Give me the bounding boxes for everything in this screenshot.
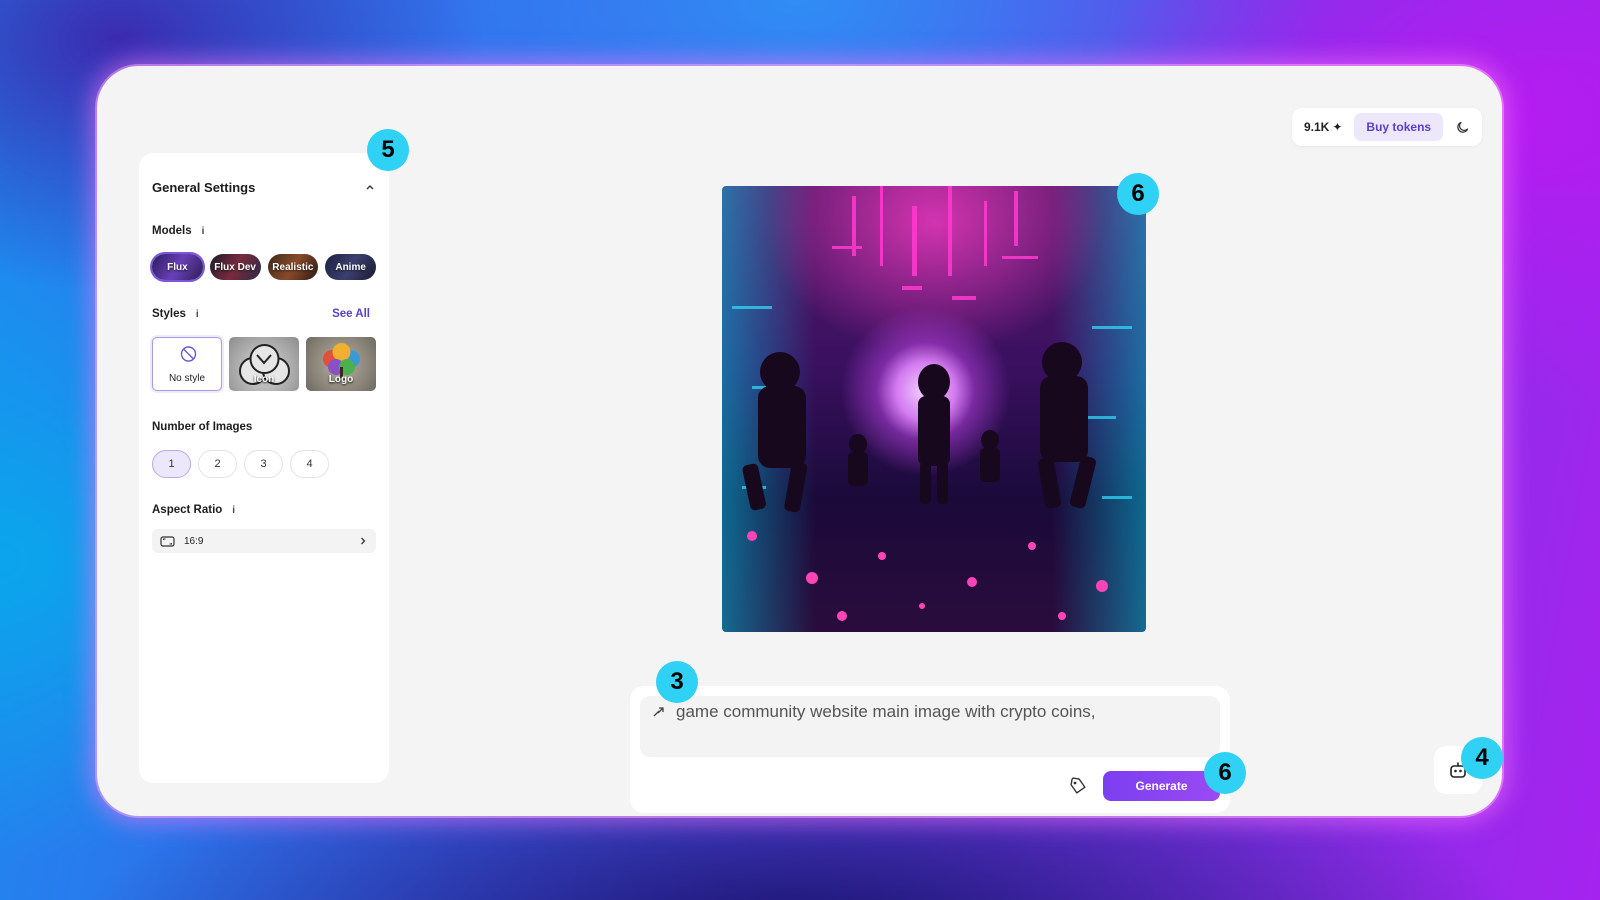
image-count-selector: 1 2 3 4 bbox=[152, 450, 376, 478]
app-window: 9.1K ✦ Buy tokens General Settings Model… bbox=[97, 66, 1502, 816]
chevron-right-icon bbox=[361, 537, 366, 545]
moon-icon bbox=[1456, 121, 1468, 133]
buy-tokens-button[interactable]: Buy tokens bbox=[1354, 113, 1444, 141]
chevron-up-icon[interactable] bbox=[364, 181, 376, 193]
info-icon[interactable]: i bbox=[202, 226, 205, 237]
styles-header: Styles i See All bbox=[152, 308, 376, 320]
style-card-logo[interactable]: Logo bbox=[306, 337, 376, 391]
model-chip-anime[interactable]: Anime bbox=[325, 254, 376, 280]
model-chip-flux-dev[interactable]: Flux Dev bbox=[209, 254, 261, 280]
info-icon[interactable]: i bbox=[232, 505, 235, 516]
image-count-4[interactable]: 4 bbox=[290, 450, 329, 478]
panel-header[interactable]: General Settings bbox=[152, 177, 376, 197]
style-selector: No style Icon Logo bbox=[152, 337, 376, 391]
cyberpunk-scene-image bbox=[732, 186, 1132, 621]
callout-badge: 5 bbox=[367, 129, 409, 171]
tag-icon[interactable] bbox=[1069, 777, 1087, 795]
models-label: Models i bbox=[152, 225, 205, 237]
sparkle-icon: ✦ bbox=[1332, 120, 1343, 134]
model-selector: Flux Flux Dev Realistic Anime bbox=[152, 254, 376, 280]
callout-badge: 6 bbox=[1117, 173, 1159, 215]
model-chip-flux[interactable]: Flux bbox=[152, 254, 203, 280]
image-count-3[interactable]: 3 bbox=[244, 450, 283, 478]
prompt-panel: game community website main image with c… bbox=[630, 686, 1230, 813]
style-card-no-style[interactable]: No style bbox=[152, 337, 223, 391]
style-card-icon[interactable]: Icon bbox=[229, 337, 299, 391]
styles-label: Styles i bbox=[152, 308, 199, 320]
prompt-text: game community website main image with c… bbox=[676, 702, 1096, 721]
image-count-2[interactable]: 2 bbox=[198, 450, 237, 478]
aspect-ratio-value: 16:9 bbox=[184, 535, 204, 547]
callout-badge: 3 bbox=[656, 661, 698, 703]
generate-button[interactable]: Generate bbox=[1103, 771, 1220, 801]
dark-mode-toggle[interactable] bbox=[1449, 114, 1475, 140]
aspect-ratio-label: Aspect Ratio i bbox=[152, 504, 236, 516]
prompt-input[interactable]: game community website main image with c… bbox=[640, 696, 1220, 757]
token-balance: 9.1K ✦ bbox=[1304, 120, 1343, 134]
prompt-actions: Generate bbox=[1069, 771, 1220, 801]
shuffle-icon[interactable] bbox=[652, 705, 666, 719]
ratio-frame-icon bbox=[160, 535, 175, 547]
general-settings-panel: General Settings Models i Flux Flux Dev … bbox=[139, 153, 389, 783]
generated-image[interactable] bbox=[722, 186, 1146, 632]
callout-badge: 6 bbox=[1204, 752, 1246, 794]
token-bar: 9.1K ✦ Buy tokens bbox=[1292, 108, 1482, 146]
aspect-ratio-select[interactable]: 16:9 bbox=[152, 529, 376, 553]
panel-title: General Settings bbox=[152, 179, 256, 195]
info-icon[interactable]: i bbox=[196, 309, 199, 320]
model-chip-realistic[interactable]: Realistic bbox=[267, 254, 319, 280]
see-all-styles-link[interactable]: See All bbox=[332, 308, 370, 320]
image-count-1[interactable]: 1 bbox=[152, 450, 191, 478]
number-of-images-label: Number of Images bbox=[152, 421, 253, 433]
callout-badge: 4 bbox=[1461, 737, 1503, 779]
